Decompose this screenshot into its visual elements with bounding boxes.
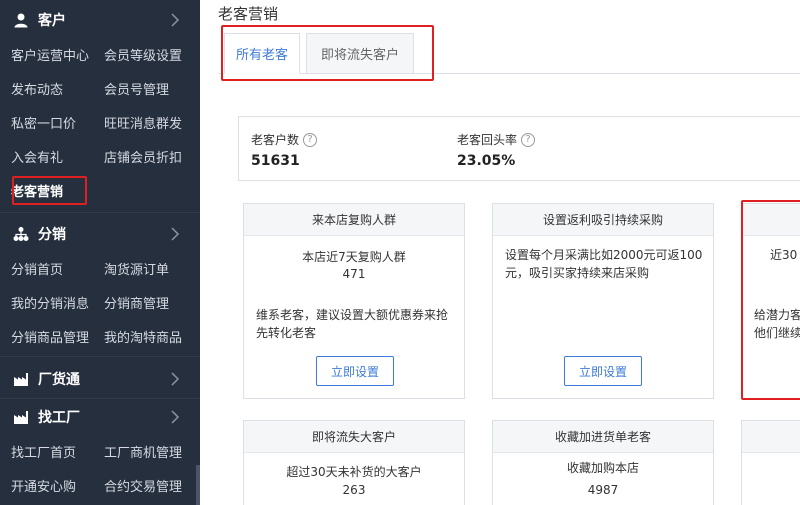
stat-label-text: 老客户数	[251, 133, 300, 147]
sidebar-section-find-factory[interactable]: 找工厂	[0, 399, 200, 435]
sidebar-item-distribution-home[interactable]: 分销首页	[11, 259, 63, 278]
sidebar-item-member-level[interactable]: 会员等级设置	[104, 45, 182, 64]
sidebar-item-taote-products[interactable]: 我的淘特商品	[104, 327, 182, 346]
sidebar-item-member-discount[interactable]: 店铺会员折扣	[104, 147, 182, 166]
card-subtitle: 超过30天未补货的大客户	[286, 465, 422, 479]
card-count: 471	[342, 267, 366, 281]
sidebar-item-customer-ops[interactable]: 客户运营中心	[11, 45, 89, 64]
highlight-box	[12, 176, 87, 205]
card-count: 4987	[587, 483, 619, 497]
sidebar-item-factory-home[interactable]: 找工厂首页	[11, 442, 76, 461]
card-churning-big: 即将流失大客户 超过30天未补货的大客户 263	[243, 420, 465, 505]
sidebar-item-wangwang-broadcast[interactable]: 旺旺消息群发	[104, 113, 182, 132]
chevron-right-icon[interactable]	[166, 370, 184, 388]
card-subtitle: 收藏加购本店	[566, 461, 639, 475]
chevron-right-icon[interactable]	[166, 225, 184, 243]
sidebar-item-secure-purchase[interactable]: 开通安心购	[11, 476, 76, 495]
card-title: 即将流失大客户	[244, 421, 464, 453]
sidebar-section-title: 分销	[38, 227, 66, 243]
sidebar-section-distribution[interactable]: 分销	[0, 216, 200, 252]
sidebar-section-customer[interactable]: 客户	[0, 2, 200, 38]
stat-value-return-rate: 23.05%	[457, 153, 516, 169]
help-icon[interactable]: ?	[521, 132, 536, 147]
highlight-box	[221, 25, 434, 81]
stat-value-customer-count: 51631	[251, 153, 300, 169]
card-title: 收藏加进货单老客	[493, 421, 713, 453]
sidebar-item-join-gift[interactable]: 入会有礼	[11, 147, 63, 166]
factory-icon	[12, 408, 30, 426]
divider	[0, 212, 200, 213]
sidebar-item-distribution-messages[interactable]: 我的分销消息	[11, 293, 89, 312]
user-icon	[12, 11, 30, 29]
sidebar-item-private-price[interactable]: 私密一口价	[11, 113, 76, 132]
card-description: 设置每个月采满比如2000元可返100元，吸引买家持续来店采购	[505, 248, 703, 280]
help-icon[interactable]: ?	[303, 132, 318, 147]
highlight-box	[741, 200, 800, 400]
sidebar: 客户 客户运营中心 会员等级设置 发布动态 会员号管理 私密一口价 旺旺消息群发…	[0, 0, 200, 505]
stat-label-text: 老客回头率	[457, 133, 518, 147]
divider	[0, 356, 200, 357]
stats-panel: 老客户数 ? 51631 老客回头率 ? 23.05%	[238, 116, 800, 181]
sidebar-section-title: 找工厂	[38, 410, 80, 426]
card-title: 来本店复购人群	[244, 204, 464, 236]
sidebar-section-title: 厂货通	[38, 372, 80, 388]
chevron-right-icon[interactable]	[166, 408, 184, 426]
set-now-button[interactable]: 立即设置	[564, 356, 642, 386]
page-title: 老客营销	[218, 5, 279, 23]
stat-label-return-rate: 老客回头率 ?	[457, 131, 536, 148]
card-subtitle: 本店近7天复购人群	[302, 250, 406, 264]
sidebar-item-post-update[interactable]: 发布动态	[11, 79, 63, 98]
card-description: 维系老客，建议设置大额优惠券来抢先转化老客	[256, 308, 449, 340]
card-favorites: 收藏加进货单老客 收藏加购本店 4987	[492, 420, 714, 505]
sitemap-icon	[12, 225, 30, 243]
sidebar-item-member-account[interactable]: 会员号管理	[104, 79, 169, 98]
sidebar-item-distribution-products[interactable]: 分销商品管理	[11, 327, 89, 346]
set-now-button[interactable]: 立即设置	[316, 356, 394, 386]
sidebar-item-distributor-manage[interactable]: 分销商管理	[104, 293, 169, 312]
card-rebate: 设置返利吸引持续采购 设置每个月采满比如2000元可返100元，吸引买家持续来店…	[492, 203, 714, 399]
chevron-right-icon[interactable]	[166, 11, 184, 29]
sidebar-section-factory-goods[interactable]: 厂货通	[0, 361, 200, 397]
card-title: 设置返利吸引持续采购	[493, 204, 713, 236]
sidebar-item-contract-trade[interactable]: 合约交易管理	[104, 476, 182, 495]
sidebar-item-factory-leads[interactable]: 工厂商机管理	[104, 442, 182, 461]
sidebar-item-source-orders[interactable]: 淘货源订单	[104, 259, 169, 278]
card-count: 263	[342, 483, 366, 497]
card-partial	[741, 420, 800, 505]
sidebar-section-title: 客户	[38, 13, 66, 29]
card-repurchase: 来本店复购人群 本店近7天复购人群 471 维系老客，建议设置大额优惠券来抢先转…	[243, 203, 465, 399]
card-title	[742, 421, 800, 453]
main-content: 老客营销 所有老客 即将流失客户 老客户数 ? 51631 老客回头率 ? 23…	[200, 0, 800, 505]
stat-label-customer-count: 老客户数 ?	[251, 131, 318, 148]
factory-icon	[12, 370, 30, 388]
